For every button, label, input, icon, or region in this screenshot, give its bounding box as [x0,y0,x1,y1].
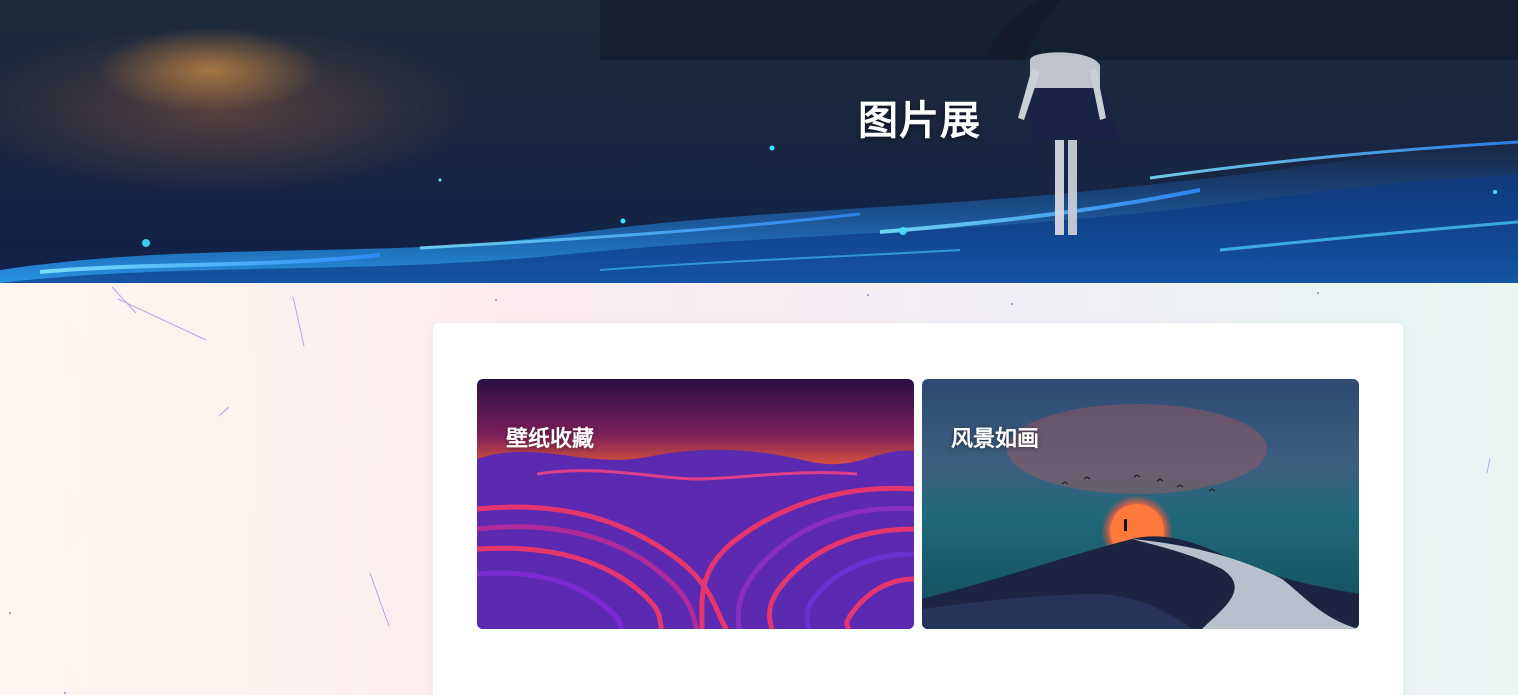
hero-background-art [0,0,1518,283]
gallery-card: 壁纸收藏 风景如画 [433,323,1403,695]
gallery-item-landscapes[interactable]: 风景如画 [922,379,1359,629]
gallery-item-wallpapers[interactable]: 壁纸收藏 [477,379,914,629]
gallery-item-label: 风景如画 [951,427,1040,452]
gallery-item-label: 壁纸收藏 [506,427,595,452]
wallpaper-thumbnail [477,379,914,629]
page-title: 图片展 [858,98,981,144]
landscape-thumbnail [922,379,1359,629]
hero-banner: 图片展 [0,0,1518,283]
